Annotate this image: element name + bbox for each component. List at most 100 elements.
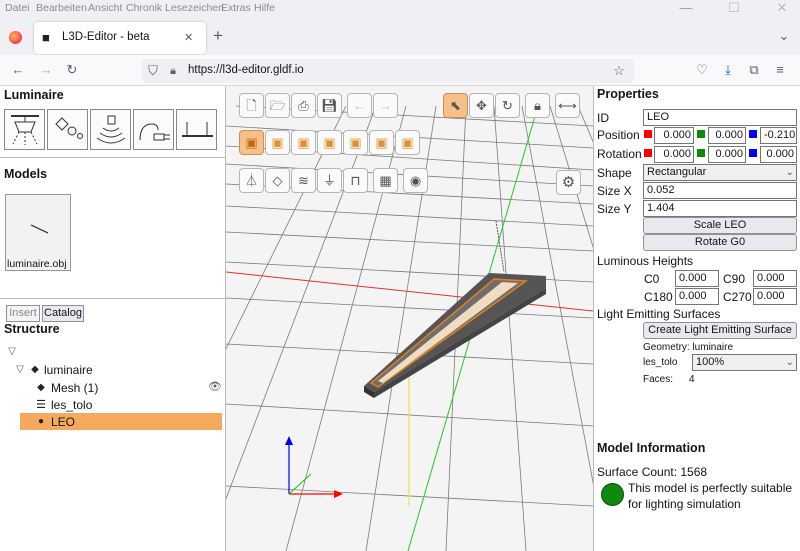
firefox-logo-icon <box>9 31 22 44</box>
settings-gear-button[interactable]: ⚙ <box>556 170 581 195</box>
view-right-button[interactable]: ▣ <box>343 130 368 155</box>
view-bottom-button[interactable]: ▣ <box>395 130 420 155</box>
c0-input[interactable]: 0.000 <box>675 270 719 287</box>
les-percent-select[interactable]: 100% ⌄ <box>692 354 797 371</box>
move-tool-button[interactable]: ✥ <box>469 93 494 118</box>
toggle-sensor-button[interactable]: ◇ <box>265 168 290 193</box>
tab-insert[interactable]: Insert <box>6 305 40 322</box>
rotation-z-input[interactable]: 0.000 <box>760 146 797 163</box>
view-top-button[interactable]: ▣ <box>369 130 394 155</box>
shape-select[interactable]: Rectangular ⌄ <box>643 164 797 181</box>
close-window-icon[interactable]: ✕ <box>772 0 792 16</box>
menu-bearbeiten[interactable]: Bearbeiten <box>36 2 87 14</box>
sizey-label: Size Y <box>597 202 632 216</box>
position-z-input[interactable]: -0.210 <box>760 127 797 144</box>
maximize-icon[interactable]: ☐ <box>724 0 744 16</box>
pendant-luminaire-button[interactable] <box>4 109 45 150</box>
minimize-icon[interactable]: — <box>676 0 696 16</box>
c0-label: C0 <box>644 272 660 286</box>
rotate-tool-button[interactable]: ↻ <box>495 93 520 118</box>
emitter-button[interactable] <box>90 109 131 150</box>
status-indicator <box>601 483 624 506</box>
reload-icon[interactable]: ↻ <box>64 62 80 78</box>
x-color-swatch <box>644 149 652 157</box>
mounting-button[interactable] <box>176 109 217 150</box>
measure-button[interactable]: ⟷ <box>555 93 580 118</box>
menu-hilfe[interactable]: Hilfe <box>254 2 275 14</box>
create-les-button[interactable]: Create Light Emitting Surface <box>643 322 797 339</box>
forward-icon[interactable]: → <box>38 62 54 78</box>
3d-viewport[interactable]: 🗋︎ 🗁︎ ⎙ 💾︎ ← → ⬉ ✥ ↻ 🔒︎ ⟷ ▣ ▣ ▣ ▣ ▣ ▣ ▣ … <box>226 86 593 551</box>
sensor-button[interactable] <box>47 109 88 150</box>
save-button[interactable]: 💾︎ <box>317 93 342 118</box>
tab-catalog[interactable]: Catalog <box>42 305 84 322</box>
back-icon[interactable]: ← <box>10 62 26 78</box>
new-file-button[interactable]: 🗋︎ <box>239 93 264 118</box>
menu-chronik[interactable]: Chronik <box>126 2 162 14</box>
toggle-emitter-button[interactable]: ≋ <box>291 168 316 193</box>
connector-button[interactable] <box>133 109 174 150</box>
shield-icon[interactable]: ⛉ <box>146 63 160 79</box>
tree-item-leo[interactable]: ● LEO <box>20 413 222 430</box>
bookmark-star-icon[interactable]: ☆ <box>612 63 626 79</box>
url-bar[interactable]: ⛉ 🔒︎ https://l3d-editor.gldf.io ☆ <box>142 59 634 83</box>
pendant-luminaire-icon <box>11 115 39 145</box>
browser-tab[interactable]: ■ L3D-Editor - beta ✕ <box>34 22 206 54</box>
view-back-button[interactable]: ▣ <box>291 130 316 155</box>
tree-item-les-tolo[interactable]: les_tolo <box>51 398 92 412</box>
sizex-input[interactable]: 0.052 <box>643 182 797 199</box>
extensions-icon[interactable]: ⧉ <box>746 62 762 78</box>
tab-list-chevron-icon[interactable]: ⌄ <box>776 28 792 44</box>
z-color-swatch <box>749 130 757 138</box>
redo-button[interactable]: → <box>373 93 398 118</box>
lock-icon[interactable]: 🔒︎ <box>166 63 180 79</box>
sizex-label: Size X <box>597 184 632 198</box>
c270-input[interactable]: 0.000 <box>753 288 797 305</box>
close-tab-icon[interactable]: ✕ <box>184 30 193 46</box>
view-perspective-button[interactable]: ▣ <box>239 130 264 155</box>
toggle-visibility-button[interactable]: ◉ <box>403 168 428 193</box>
tree-item-luminaire[interactable]: luminaire <box>44 363 93 377</box>
toggle-connector-button[interactable]: ⏚ <box>317 168 342 193</box>
url-text: https://l3d-editor.gldf.io <box>188 64 304 76</box>
tree-expand-icon[interactable]: ▽ <box>14 362 26 378</box>
id-input[interactable]: LEO <box>643 109 797 126</box>
cube-icon: ◆ <box>31 364 39 375</box>
toggle-wireframe-button[interactable]: ▦ <box>373 168 398 193</box>
structure-heading: Structure <box>4 322 60 336</box>
toggle-mounting-button[interactable]: ⊓ <box>343 168 368 193</box>
cube-icon: ◆ <box>37 382 45 393</box>
position-x-input[interactable]: 0.000 <box>654 127 694 144</box>
export-button[interactable]: ⎙ <box>291 93 316 118</box>
rotate-g0-button[interactable]: Rotate G0 <box>643 234 797 251</box>
pocket-icon[interactable]: ♡ <box>694 62 710 78</box>
download-icon[interactable]: ⤓ <box>720 62 736 78</box>
view-front-button[interactable]: ▣ <box>265 130 290 155</box>
menu-datei[interactable]: Datei <box>5 2 30 14</box>
scale-leo-button[interactable]: Scale LEO <box>643 217 797 234</box>
scene-canvas[interactable] <box>226 86 593 551</box>
open-folder-button[interactable]: 🗁︎ <box>265 93 290 118</box>
model-file-name: luminaire.obj <box>7 258 67 270</box>
sizey-input[interactable]: 1.404 <box>643 200 797 217</box>
toggle-luminaire-button[interactable]: ⏃ <box>239 168 264 193</box>
rotation-y-input[interactable]: 0.000 <box>708 146 746 163</box>
luminaire-model[interactable] <box>364 273 546 398</box>
app-menu-icon[interactable]: ≡ <box>772 62 788 78</box>
position-y-input[interactable]: 0.000 <box>708 127 746 144</box>
select-tool-button[interactable]: ⬉ <box>443 93 468 118</box>
c180-input[interactable]: 0.000 <box>675 288 719 305</box>
lock-button[interactable]: 🔒︎ <box>525 93 550 118</box>
model-thumbnail[interactable]: luminaire.obj <box>5 194 71 271</box>
undo-button[interactable]: ← <box>347 93 372 118</box>
rotation-x-input[interactable]: 0.000 <box>654 146 694 163</box>
tree-expand-icon[interactable]: ▽ <box>6 344 18 360</box>
c90-input[interactable]: 0.000 <box>753 270 797 287</box>
eye-icon[interactable]: 👁︎ <box>208 379 222 395</box>
tree-item-mesh[interactable]: Mesh (1) <box>51 381 98 395</box>
menu-lesezeichen[interactable]: Lesezeichen <box>165 2 224 14</box>
menu-ansicht[interactable]: Ansicht <box>88 2 122 14</box>
view-left-button[interactable]: ▣ <box>317 130 342 155</box>
menu-extras[interactable]: Extras <box>221 2 251 14</box>
new-tab-icon[interactable]: + <box>208 27 228 44</box>
